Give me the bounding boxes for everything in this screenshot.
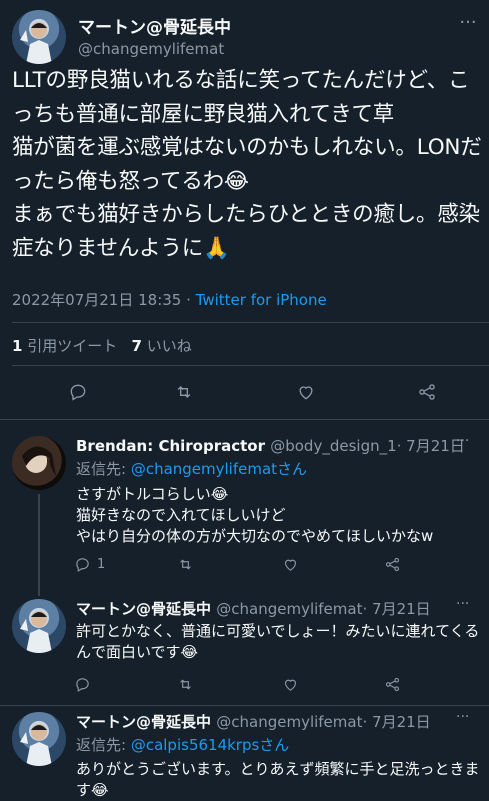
quote-count: 1 [12, 337, 23, 355]
reply-author-name: Brendan: Chiropractor [76, 437, 265, 455]
reply-handle: @changemylifemat [216, 600, 363, 618]
reply-count: 1 [97, 557, 106, 572]
reply-avatar[interactable] [12, 599, 66, 653]
like-icon [299, 386, 313, 400]
reply-button[interactable] [74, 676, 91, 693]
reply-avatar[interactable] [12, 436, 66, 490]
reply-button[interactable] [64, 378, 92, 406]
reply-author-name: マートン@骨延長中 [76, 713, 212, 731]
reply-icon [76, 558, 89, 572]
author-avatar[interactable] [12, 10, 66, 64]
like-icon [284, 679, 297, 691]
tweet-source[interactable]: Twitter for iPhone [196, 291, 327, 309]
replying-to-handle[interactable]: @changemylifematさん [131, 460, 307, 478]
reply-handle: @body_design_1 [270, 437, 397, 455]
share-icon [385, 557, 400, 572]
reply-handle: @changemylifemat [216, 713, 363, 731]
reply-icon [76, 678, 89, 692]
reply-text: 許可とかなく、普通に可愛いでしょー！みたいに連れてくるんで面白いです😂 [76, 622, 480, 661]
likes-stat[interactable]: 7 いいね [132, 337, 192, 355]
like-button[interactable] [292, 378, 320, 406]
share-button[interactable] [413, 378, 441, 406]
share-button[interactable] [384, 676, 401, 693]
divider [0, 705, 489, 706]
reply-author-name: マートン@骨延長中 [76, 600, 212, 618]
reply-avatar[interactable] [12, 712, 66, 766]
divider [12, 365, 489, 366]
quote-tweets-stat[interactable]: 1 引用ツイート [12, 337, 117, 355]
like-button[interactable] [282, 676, 299, 693]
retweet-button[interactable] [177, 676, 194, 693]
reply-text: ありがとうございます。とりあえず頻繁に手と足洗っときます😂 [76, 760, 480, 799]
more-options-icon[interactable]: ··· [456, 14, 480, 34]
author-handle[interactable]: @changemylifemat [78, 40, 224, 58]
like-label: いいね [146, 337, 192, 355]
tweet-meta: 2022年07月21日 18:35 · Twitter for iPhone [12, 289, 327, 310]
divider [12, 322, 489, 323]
share-icon [419, 384, 435, 400]
more-options-icon[interactable]: ··· [456, 709, 469, 725]
retweet-icon [180, 559, 191, 570]
thread-line [38, 494, 40, 596]
reply-icon [70, 384, 86, 401]
divider [0, 419, 489, 420]
share-button[interactable] [384, 556, 401, 573]
reply-button[interactable]: 1 [74, 556, 105, 573]
like-count: 7 [131, 337, 142, 355]
replying-to: 返信先: @changemylifematさん [76, 458, 307, 479]
reply-text: さすがトルコらしい😂 猫好きなので入れてほしいけど やはり自分の体の方が大切なの… [76, 485, 434, 545]
reply-date: · 7月21日 [362, 600, 431, 618]
reply-date: · 7月21日 [362, 713, 431, 731]
replying-to: 返信先: @calpis5614krpsさん [76, 734, 289, 755]
author-name[interactable]: マートン@骨延長中 [78, 13, 231, 38]
more-options-icon[interactable]: ··· [456, 433, 469, 449]
replying-to-handle[interactable]: @calpis5614krpsさん [131, 736, 289, 754]
share-icon [385, 677, 400, 692]
replying-label: 返信先: [76, 736, 131, 754]
retweet-button[interactable] [170, 378, 198, 406]
tweet-date[interactable]: 2022年07月21日 18:35 [12, 291, 181, 309]
more-options-icon[interactable]: ··· [456, 596, 469, 612]
tweet-text: LLTの野良猫いれるな話に笑ってたんだけど、こっちも普通に部屋に野良猫入れてきて… [12, 68, 482, 261]
quote-label: 引用ツイート [27, 337, 118, 355]
retweet-button[interactable] [177, 556, 194, 573]
reply-date: · 7月21日 [396, 437, 465, 455]
reply-author[interactable]: マートン@骨延長中 @changemylifemat· 7月21日 [76, 598, 431, 619]
replying-label: 返信先: [76, 460, 131, 478]
tweet-stats: 1 引用ツイート 7 いいね [12, 335, 192, 356]
like-button[interactable] [282, 556, 299, 573]
retweet-icon [177, 386, 191, 398]
like-icon [284, 559, 297, 571]
retweet-icon [180, 679, 191, 690]
reply-author[interactable]: マートン@骨延長中 @changemylifemat· 7月21日 [76, 711, 431, 732]
reply-author[interactable]: Brendan: Chiropractor @body_design_1· 7月… [76, 435, 465, 456]
meta-separator: · [181, 291, 196, 309]
